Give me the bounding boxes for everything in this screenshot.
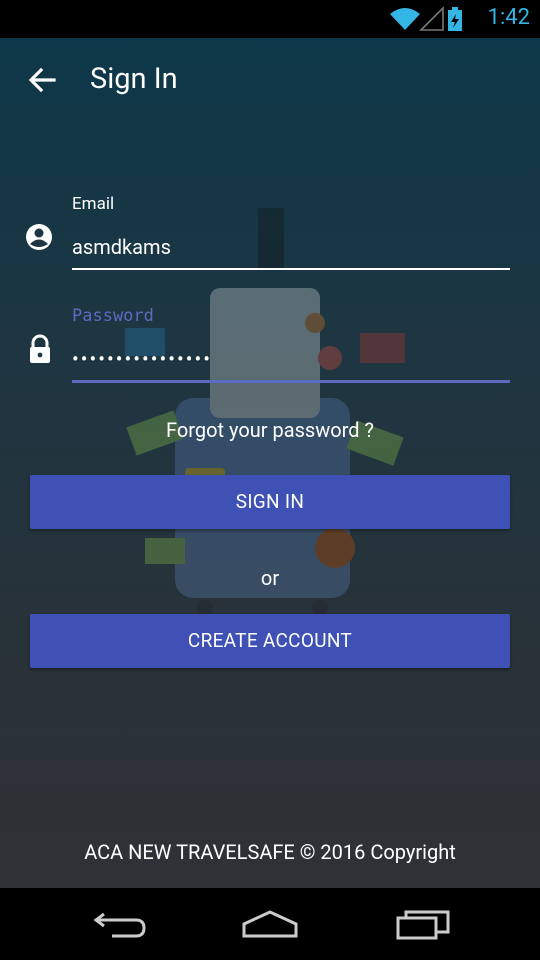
nav-recents-icon[interactable]	[394, 906, 454, 942]
footer-copyright: ACA NEW TRAVELSAFE © 2016 Copyright	[84, 840, 456, 864]
status-icons	[390, 6, 462, 31]
lock-icon	[30, 334, 50, 363]
battery-charging-icon	[448, 7, 462, 31]
toolbar: Sign In	[0, 38, 540, 122]
nav-home-icon[interactable]	[240, 906, 300, 942]
account-circle-icon	[26, 224, 52, 250]
page-title: Sign In	[90, 62, 178, 96]
email-field[interactable]	[72, 232, 510, 262]
or-separator: or	[260, 566, 280, 590]
sign-in-screen: Sign In Email Password Forgot your passw…	[0, 38, 540, 888]
signal-icon	[419, 6, 444, 31]
status-time: 1:42	[487, 5, 530, 30]
arrow-back-icon[interactable]	[22, 60, 62, 100]
navigation-bar	[0, 888, 540, 960]
create-account-button[interactable]: CREATE ACCOUNT	[30, 614, 510, 668]
wifi-icon	[390, 8, 420, 30]
email-underline	[72, 268, 510, 270]
forgot-password-link[interactable]: Forgot your password ?	[0, 418, 540, 442]
sign-in-button[interactable]: SIGN IN	[30, 475, 510, 529]
password-label: Password	[72, 306, 154, 326]
status-bar: 1:42	[0, 0, 540, 38]
password-underline	[72, 380, 510, 383]
email-label: Email	[72, 194, 115, 214]
nav-back-icon[interactable]	[90, 906, 150, 942]
password-field[interactable]	[72, 344, 510, 374]
